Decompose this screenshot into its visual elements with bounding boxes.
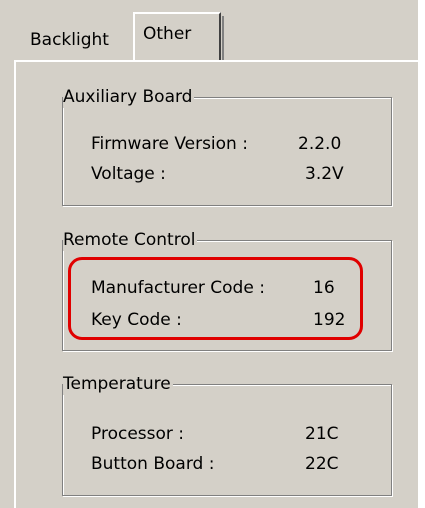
tab-backlight-label: Backlight (30, 30, 109, 50)
processor-label: Processor : (91, 424, 185, 444)
firmware-version-value: 2.2.0 (298, 134, 342, 154)
tab-other-label: Other (143, 24, 192, 44)
button-board-value: 22C (305, 454, 339, 474)
window-edge (418, 0, 425, 508)
auxiliary-board-title: Auxiliary Board (63, 86, 195, 108)
auxiliary-board-group: Auxiliary Board Firmware Version : 2.2.0… (62, 86, 392, 206)
properties-window: Backlight Other Auxiliary Board Firmware… (0, 0, 425, 508)
remote-control-title: Remote Control (63, 229, 198, 251)
processor-row: Processor : 21C (91, 422, 339, 446)
voltage-value: 3.2V (305, 164, 344, 184)
processor-value: 21C (305, 424, 339, 444)
voltage-label: Voltage : (91, 164, 166, 184)
voltage-row: Voltage : 3.2V (91, 162, 344, 186)
button-board-row: Button Board : 22C (91, 452, 339, 476)
temperature-group: Temperature Processor : 21C Button Board… (62, 373, 392, 496)
tab-backlight[interactable]: Backlight (30, 20, 130, 60)
tab-other[interactable]: Other (133, 12, 224, 60)
firmware-version-label: Firmware Version : (91, 134, 248, 154)
button-board-label: Button Board : (91, 454, 215, 474)
temperature-title: Temperature (63, 373, 173, 395)
firmware-version-row: Firmware Version : 2.2.0 (91, 132, 341, 156)
red-highlight-annotation (68, 257, 363, 340)
